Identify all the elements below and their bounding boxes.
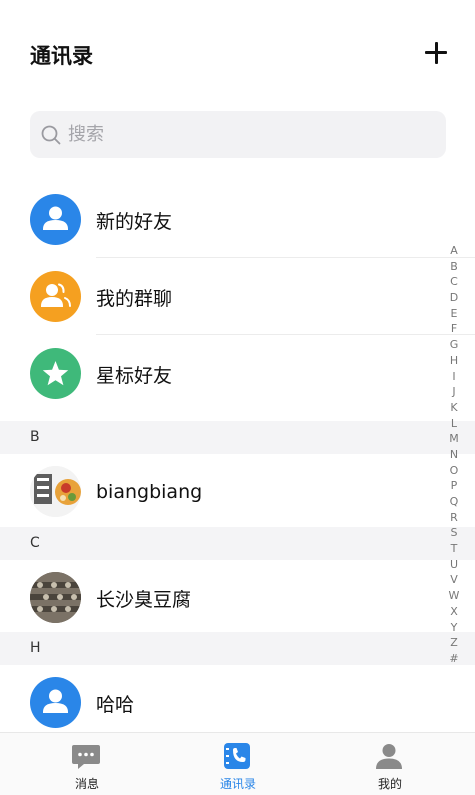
contact-row[interactable]: 长沙臭豆腐	[0, 560, 475, 636]
tab-messages[interactable]: 消息	[27, 733, 147, 795]
index-letter[interactable]: I	[445, 369, 463, 385]
person-icon	[30, 194, 81, 245]
section-letter: C	[30, 535, 40, 551]
index-letter[interactable]: T	[445, 541, 463, 557]
search-icon	[41, 125, 61, 144]
contact-row[interactable]: biangbiang	[0, 454, 475, 530]
group-icon	[30, 271, 81, 322]
tab-me[interactable]: 我的	[330, 733, 450, 795]
starred-friends-label: 星标好友	[96, 364, 173, 387]
index-letter[interactable]: W	[445, 588, 463, 604]
index-letter[interactable]: P	[445, 478, 463, 494]
index-letter[interactable]: S	[445, 525, 463, 541]
index-letter[interactable]: N	[445, 447, 463, 463]
contact-name: 长沙臭豆腐	[96, 588, 192, 611]
my-groups-label: 我的群聊	[96, 287, 173, 310]
index-letter[interactable]: F	[445, 321, 463, 337]
contact-row[interactable]: 哈哈	[0, 665, 475, 741]
index-letter[interactable]: Z	[445, 635, 463, 651]
new-friends-label: 新的好友	[96, 210, 173, 233]
index-letter[interactable]: G	[445, 337, 463, 353]
index-letter[interactable]: B	[445, 259, 463, 275]
tab-contacts-label: 通讯录	[219, 777, 256, 791]
index-letter[interactable]: J	[445, 384, 463, 400]
add-button[interactable]	[420, 37, 452, 69]
divider	[96, 334, 475, 335]
index-letter[interactable]: Q	[445, 494, 463, 510]
header: 通讯录	[0, 0, 475, 105]
my-groups-item[interactable]: 我的群聊	[0, 259, 475, 335]
index-letter[interactable]: L	[445, 416, 463, 432]
index-letter[interactable]: A	[445, 243, 463, 259]
search-input[interactable]	[68, 114, 398, 155]
page-title: 通讯录	[30, 44, 93, 68]
index-letter[interactable]: H	[445, 353, 463, 369]
index-letter[interactable]: Y	[445, 620, 463, 636]
starred-friends-item[interactable]: 星标好友	[0, 336, 475, 412]
divider	[96, 257, 475, 258]
section-letter: H	[30, 640, 41, 656]
alphabet-index[interactable]: A B C D E F G H I J K L M N O P Q R S T U V W X Y Z #	[445, 243, 463, 667]
index-letter[interactable]: M	[445, 431, 463, 447]
index-letter[interactable]: O	[445, 463, 463, 479]
section-letter: B	[30, 429, 40, 445]
star-icon	[30, 348, 81, 399]
index-letter[interactable]: R	[445, 510, 463, 526]
chat-bubble-icon	[72, 745, 100, 769]
index-letter[interactable]: D	[445, 290, 463, 306]
index-letter[interactable]: V	[445, 572, 463, 588]
tab-contacts[interactable]: 通讯录	[178, 733, 298, 795]
profile-icon	[376, 744, 402, 769]
index-letter[interactable]: C	[445, 274, 463, 290]
tab-messages-label: 消息	[74, 777, 99, 791]
section-header-b: B	[0, 421, 475, 454]
index-letter[interactable]: #	[445, 651, 463, 667]
new-friends-item[interactable]: 新的好友	[0, 182, 475, 258]
tab-bar: 消息 通讯录 我的	[0, 732, 475, 795]
search-bar[interactable]	[30, 111, 446, 158]
index-letter[interactable]: U	[445, 557, 463, 573]
index-letter[interactable]: K	[445, 400, 463, 416]
tab-me-label: 我的	[377, 777, 402, 791]
contact-name: 哈哈	[96, 693, 135, 716]
section-header-h: H	[0, 632, 475, 665]
section-header-c: C	[0, 527, 475, 560]
index-letter[interactable]: X	[445, 604, 463, 620]
contact-name: biangbiang	[96, 481, 203, 503]
contact-avatar	[30, 572, 81, 623]
index-letter[interactable]: E	[445, 306, 463, 322]
contact-avatar	[30, 466, 81, 517]
person-icon	[30, 677, 81, 728]
contacts-icon	[224, 743, 250, 769]
